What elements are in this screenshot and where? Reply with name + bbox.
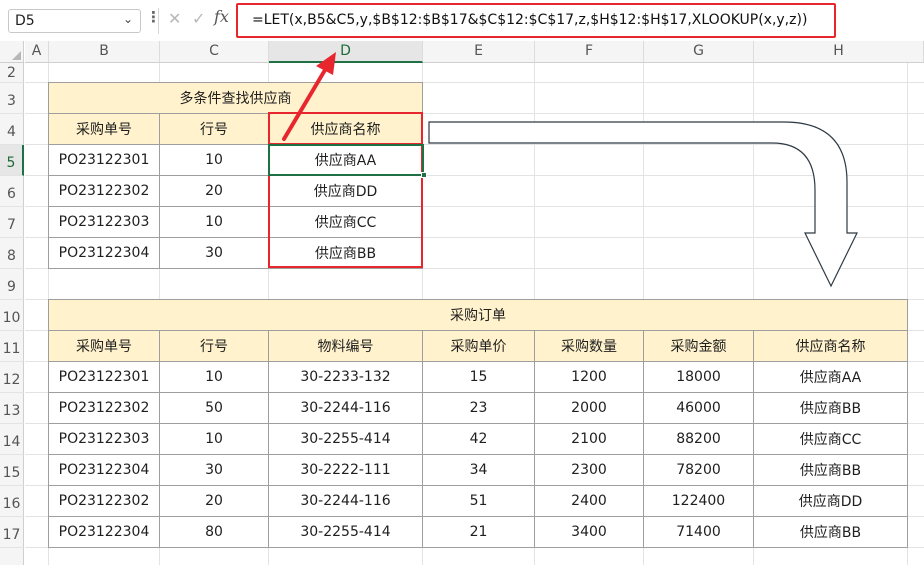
- curved-arrow-icon: [428, 121, 858, 288]
- annotation-overlay: [282, 52, 858, 288]
- red-arrow-icon: [282, 52, 336, 141]
